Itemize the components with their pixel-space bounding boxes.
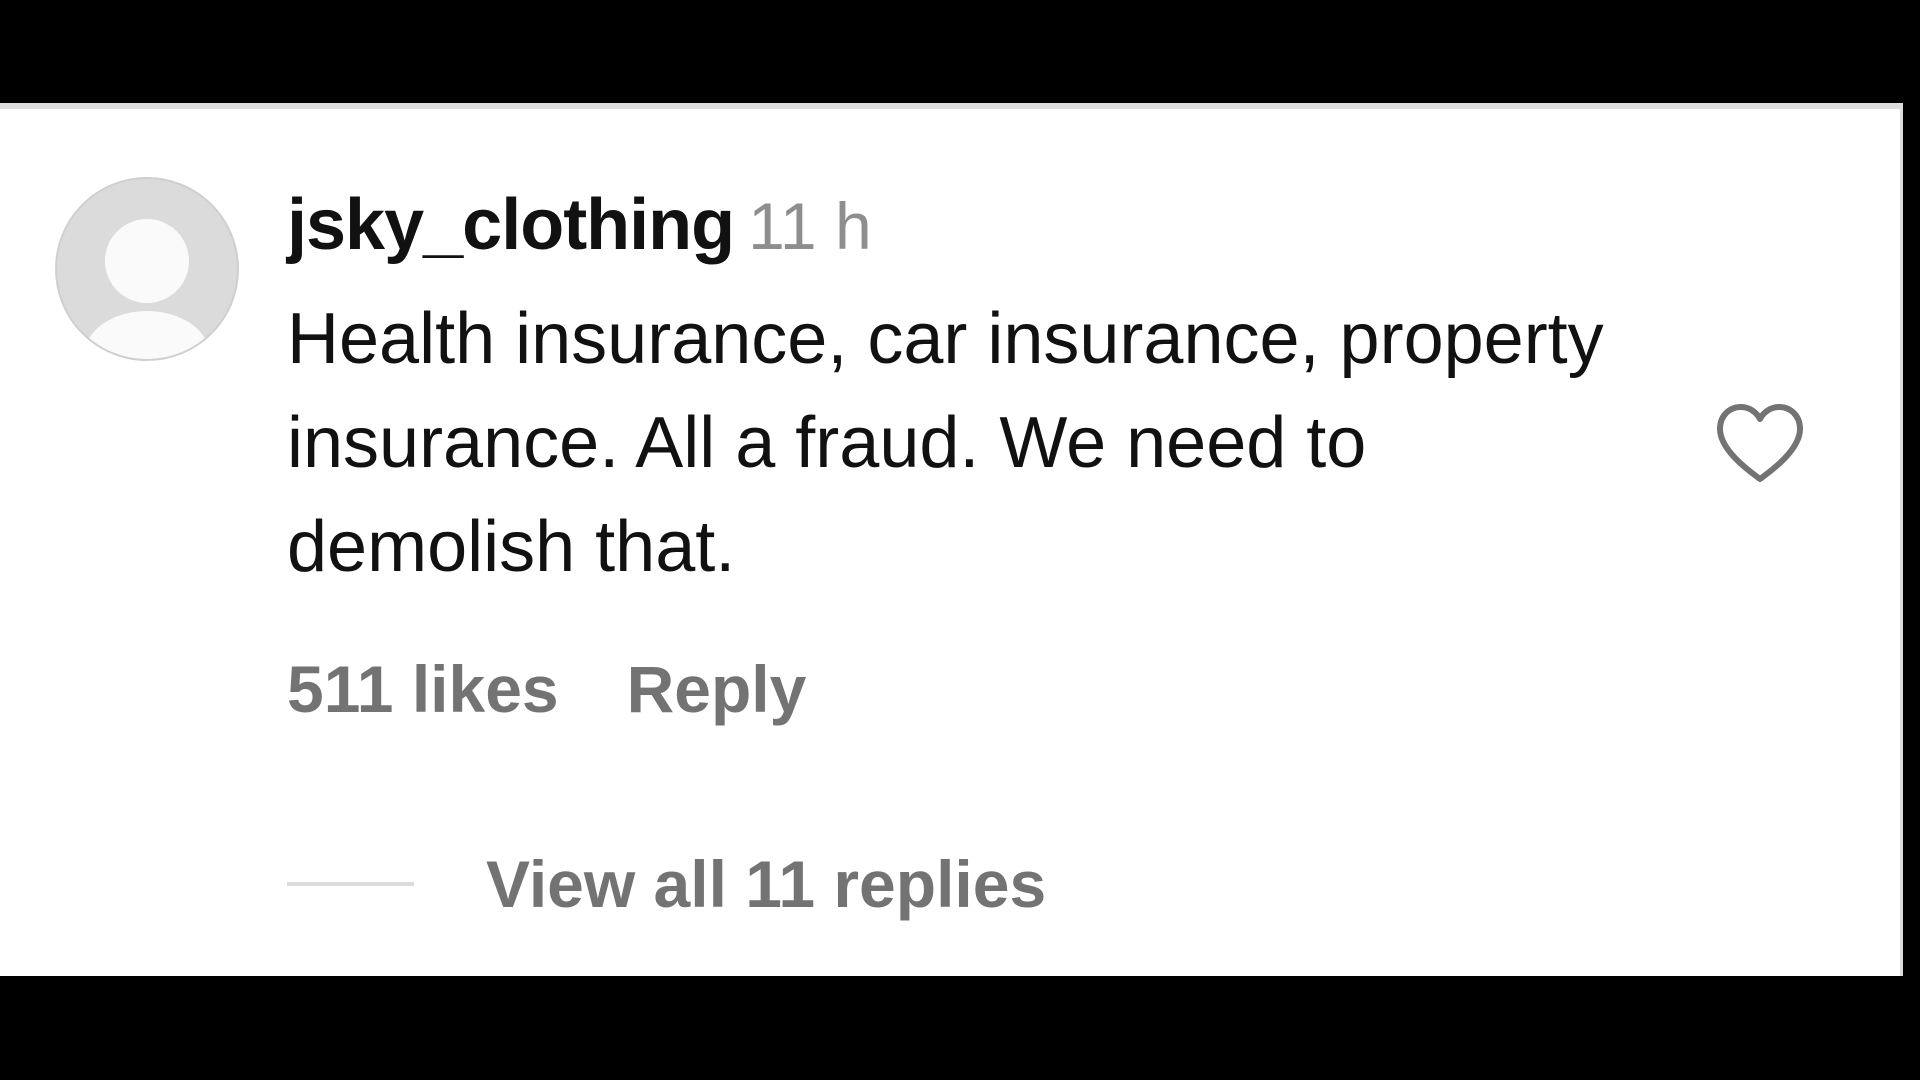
view-replies-label: View all 11 replies (486, 847, 1047, 921)
avatar-head-shape (105, 219, 189, 303)
heart-outline-icon (1717, 404, 1803, 482)
likes-count[interactable]: 511 likes (287, 644, 559, 734)
username-link[interactable]: jsky_clothing (287, 185, 735, 265)
avatar-body-shape (84, 311, 210, 359)
like-button[interactable] (1712, 399, 1808, 487)
default-avatar-icon[interactable] (55, 177, 239, 361)
letterbox-top (0, 0, 1920, 103)
comment-text: Health insurance, car insurance, propert… (287, 299, 1604, 587)
reply-button[interactable]: Reply (627, 644, 807, 734)
timestamp: 11 h (748, 189, 872, 263)
letterbox-right (1903, 103, 1920, 976)
comment-actions: 511 likes Reply (287, 644, 806, 734)
comment-header: jsky_clothing 11 h (287, 185, 872, 265)
letterbox-bottom (0, 976, 1920, 1080)
replies-divider-line (287, 882, 414, 886)
comment-panel: jsky_clothing 11 h Health insurance, car … (0, 103, 1903, 976)
view-replies-button[interactable]: View all 11 replies (287, 839, 1046, 929)
